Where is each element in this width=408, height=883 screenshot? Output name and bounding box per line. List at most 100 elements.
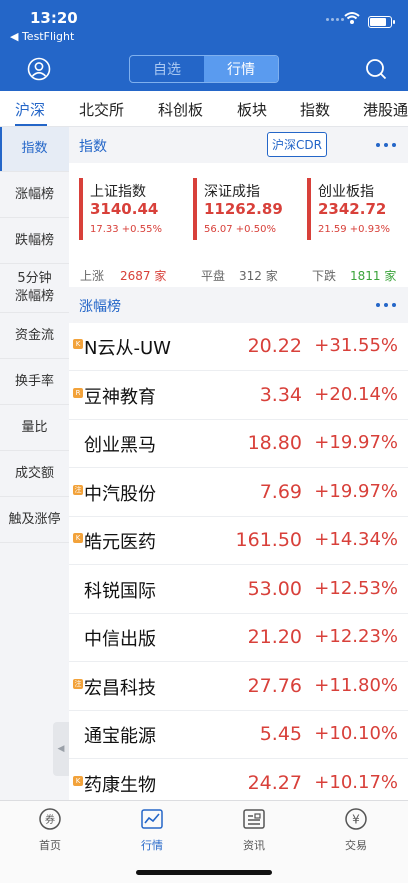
sidebar-item-volume-ratio[interactable]: 量比 <box>0 405 69 451</box>
stock-row[interactable]: K 药康生物 24.27 +10.17% <box>69 760 408 801</box>
index-card-chinext[interactable]: 创业板指 2342.72 21.59 +0.93% <box>307 178 408 240</box>
tab-market[interactable]: 行情 <box>122 807 182 853</box>
collapse-sidebar-handle[interactable]: ◀ <box>53 722 69 776</box>
stock-row[interactable]: 科锐国际 53.00 +12.53% <box>69 566 408 614</box>
index-value: 2342.72 <box>318 200 387 218</box>
stock-name: 中汽股份 <box>84 483 156 505</box>
stock-row[interactable]: 中信出版 21.20 +12.23% <box>69 614 408 662</box>
svg-text:¥: ¥ <box>352 813 360 827</box>
cdr-button[interactable]: 沪深CDR <box>267 132 327 157</box>
wifi-icon <box>344 12 360 24</box>
stock-tag-badge: 注 <box>73 678 83 689</box>
index-more-icon[interactable] <box>376 143 396 147</box>
stock-change-percent: +12.53% <box>314 577 398 599</box>
status-time: 13:20 <box>30 9 78 27</box>
up-label: 上涨 <box>80 269 105 283</box>
tab-home[interactable]: 券 首页 <box>20 807 80 853</box>
stock-tag-badge: 注 <box>73 484 83 495</box>
stock-change-percent: +31.55% <box>314 335 398 356</box>
index-name: 上证指数 <box>90 184 146 200</box>
home-coin-icon: 券 <box>39 808 61 830</box>
gainers-section-title: 涨幅榜 <box>79 299 121 315</box>
stock-change-percent: +10.17% <box>314 771 398 793</box>
stock-change-percent: +19.97% <box>314 432 398 453</box>
gainers-section-header: 涨幅榜 <box>69 287 408 323</box>
stock-tag-badge: R <box>73 387 83 398</box>
index-card-shanghai[interactable]: 上证指数 3140.44 17.33 +0.55% <box>79 178 184 240</box>
stock-name: 科锐国际 <box>84 580 156 602</box>
news-icon <box>243 809 265 829</box>
trade-yen-icon: ¥ <box>345 808 367 830</box>
index-value: 11262.89 <box>204 200 283 218</box>
stock-row[interactable]: R 豆神教育 3.34 +20.14% <box>69 372 408 420</box>
index-change: 21.59 +0.93% <box>318 224 390 235</box>
sidebar-item-index[interactable]: 指数 <box>0 127 69 172</box>
stock-price: 20.22 <box>247 335 302 357</box>
category-sidebar: 指数 涨幅榜 跌幅榜 5分钟 涨幅榜 资金流 换手率 量比 成交额 触及涨停 <box>0 127 69 800</box>
tab-beijiaosuo[interactable]: 北交所 <box>79 99 124 120</box>
stock-change-percent: +10.10% <box>314 723 398 744</box>
stock-row[interactable]: 创业黑马 18.80 +19.97% <box>69 420 408 468</box>
battery-icon <box>368 16 395 28</box>
sidebar-item-losers[interactable]: 跌幅榜 <box>0 218 69 264</box>
stock-tag-badge: K <box>73 775 83 786</box>
stock-row[interactable]: K N云从-UW 20.22 +31.55% <box>69 323 408 371</box>
tab-trade-label: 交易 <box>345 839 367 852</box>
flat-label: 平盘 <box>201 269 226 283</box>
index-color-bar <box>79 178 83 240</box>
index-change: 56.07 +0.50% <box>204 224 276 235</box>
active-tab-indicator <box>15 124 47 126</box>
stock-change-percent: +20.14% <box>314 383 398 405</box>
stock-name: 通宝能源 <box>84 726 156 747</box>
stock-row[interactable]: K 皓元医药 161.50 +14.34% <box>69 517 408 565</box>
home-indicator <box>136 870 272 875</box>
stock-name: 皓元医药 <box>84 532 156 553</box>
sidebar-item-limit-up[interactable]: 触及涨停 <box>0 497 69 543</box>
stock-name: 中信出版 <box>84 629 156 650</box>
tab-sectors[interactable]: 板块 <box>237 99 267 120</box>
cellular-signal-icon <box>326 18 344 21</box>
tab-trade[interactable]: ¥ 交易 <box>326 807 386 853</box>
index-card-shenzhen[interactable]: 深证成指 11262.89 56.07 +0.50% <box>193 178 298 240</box>
stock-row[interactable]: 注中汽股份 7.69 +19.97% <box>69 469 408 517</box>
index-value: 3140.44 <box>90 200 159 218</box>
stock-name: 豆神教育 <box>84 386 156 408</box>
stock-price: 24.27 <box>247 771 302 794</box>
tab-indices[interactable]: 指数 <box>300 99 330 120</box>
down-label: 下跌 <box>312 269 337 283</box>
stock-name: N云从-UW <box>84 338 171 359</box>
flat-count: 312 家 <box>239 269 278 283</box>
sidebar-item-turnover-rate[interactable]: 换手率 <box>0 359 69 405</box>
index-section-title: 指数 <box>79 139 107 155</box>
stock-row[interactable]: 通宝能源 5.45 +10.10% <box>69 711 408 759</box>
sidebar-item-5min-gainers[interactable]: 5分钟 涨幅榜 <box>0 264 69 313</box>
stock-price: 5.45 <box>259 723 302 745</box>
search-icon[interactable] <box>364 57 388 81</box>
sidebar-item-gainers[interactable]: 涨幅榜 <box>0 172 69 218</box>
market-tabs: 沪深 北交所 科创板 板块 指数 港股通 <box>0 91 408 127</box>
tab-home-label: 首页 <box>39 839 61 852</box>
segment-market[interactable]: 行情 <box>204 56 278 82</box>
index-name: 深证成指 <box>204 184 260 200</box>
tab-hushen[interactable]: 沪深 <box>15 99 45 120</box>
back-to-testflight-link[interactable]: ◀ TestFlight <box>10 30 74 43</box>
stock-price: 18.80 <box>247 432 302 454</box>
stock-row[interactable]: 注宏昌科技 27.76 +11.80% <box>69 663 408 711</box>
stock-price: 161.50 <box>235 529 302 551</box>
tab-ganggutong[interactable]: 港股通 <box>363 99 408 120</box>
market-breadth: 上涨 2687 家 平盘 312 家 下跌 1811 家 <box>69 263 408 287</box>
tab-kechuangban[interactable]: 科创板 <box>158 99 203 120</box>
tab-market-label: 行情 <box>141 839 163 852</box>
sidebar-item-capital-flow[interactable]: 资金流 <box>0 313 69 359</box>
segment-watchlist[interactable]: 自选 <box>130 56 204 82</box>
stock-tag-badge: K <box>73 533 83 543</box>
stock-change-percent: +19.97% <box>314 480 398 502</box>
user-profile-icon[interactable] <box>27 57 51 81</box>
stock-name: 药康生物 <box>84 774 156 796</box>
stock-price: 53.00 <box>247 577 302 600</box>
tab-news-label: 资讯 <box>243 839 265 852</box>
chart-icon <box>141 809 163 829</box>
sidebar-item-turnover-amount[interactable]: 成交额 <box>0 451 69 497</box>
gainers-more-icon[interactable] <box>376 303 396 307</box>
tab-news[interactable]: 资讯 <box>224 807 284 853</box>
